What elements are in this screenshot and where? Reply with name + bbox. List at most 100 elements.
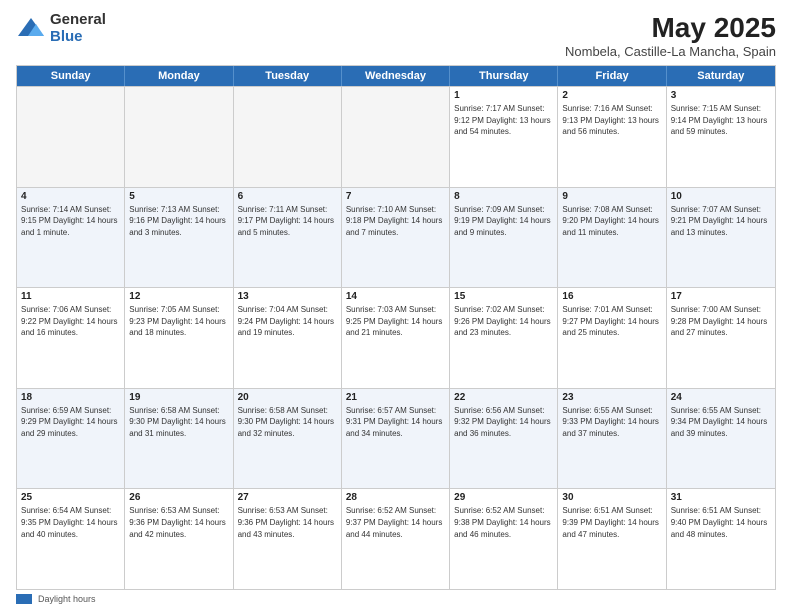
day-info: Sunrise: 6:51 AM Sunset: 9:40 PM Dayligh… — [671, 505, 771, 540]
day-number: 24 — [671, 392, 771, 403]
day-info: Sunrise: 6:58 AM Sunset: 9:30 PM Dayligh… — [238, 405, 337, 440]
day-info: Sunrise: 7:04 AM Sunset: 9:24 PM Dayligh… — [238, 304, 337, 339]
day-number: 22 — [454, 392, 553, 403]
day-number: 19 — [129, 392, 228, 403]
day-info: Sunrise: 6:52 AM Sunset: 9:38 PM Dayligh… — [454, 505, 553, 540]
day-info: Sunrise: 6:53 AM Sunset: 9:36 PM Dayligh… — [238, 505, 337, 540]
day-number: 5 — [129, 191, 228, 202]
day-number: 12 — [129, 291, 228, 302]
day-number: 25 — [21, 492, 120, 503]
day-number: 10 — [671, 191, 771, 202]
cal-week-row: 18 Sunrise: 6:59 AM Sunset: 9:29 PM Dayli… — [17, 388, 775, 489]
cal-cell: 29 Sunrise: 6:52 AM Sunset: 9:38 PM Dayli… — [450, 489, 558, 589]
day-number: 28 — [346, 492, 445, 503]
day-info: Sunrise: 7:00 AM Sunset: 9:28 PM Dayligh… — [671, 304, 771, 339]
title-block: May 2025 Nombela, Castille-La Mancha, Sp… — [565, 12, 776, 59]
cal-cell: 19 Sunrise: 6:58 AM Sunset: 9:30 PM Dayli… — [125, 389, 233, 489]
day-number: 20 — [238, 392, 337, 403]
subtitle: Nombela, Castille-La Mancha, Spain — [565, 44, 776, 59]
cal-cell: 31 Sunrise: 6:51 AM Sunset: 9:40 PM Dayli… — [667, 489, 775, 589]
cal-cell: 13 Sunrise: 7:04 AM Sunset: 9:24 PM Dayli… — [234, 288, 342, 388]
cal-week-row: 4 Sunrise: 7:14 AM Sunset: 9:15 PM Daylig… — [17, 187, 775, 288]
day-info: Sunrise: 7:08 AM Sunset: 9:20 PM Dayligh… — [562, 204, 661, 239]
day-number: 31 — [671, 492, 771, 503]
footer: Daylight hours — [16, 594, 776, 604]
cal-cell: 8Sunrise: 7:09 AM Sunset: 9:19 PM Daylig… — [450, 188, 558, 288]
cal-cell: 2 Sunrise: 7:16 AM Sunset: 9:13 PM Daylig… — [558, 87, 666, 187]
cal-cell — [125, 87, 233, 187]
cal-cell: 25 Sunrise: 6:54 AM Sunset: 9:35 PM Dayli… — [17, 489, 125, 589]
day-info: Sunrise: 7:14 AM Sunset: 9:15 PM Dayligh… — [21, 204, 120, 239]
day-number: 2 — [562, 90, 661, 101]
cal-header-day: Wednesday — [342, 66, 450, 86]
cal-cell — [17, 87, 125, 187]
day-info: Sunrise: 7:07 AM Sunset: 9:21 PM Dayligh… — [671, 204, 771, 239]
day-number: 11 — [21, 291, 120, 302]
day-info: Sunrise: 7:11 AM Sunset: 9:17 PM Dayligh… — [238, 204, 337, 239]
day-info: Sunrise: 7:03 AM Sunset: 9:25 PM Dayligh… — [346, 304, 445, 339]
cal-cell: 14 Sunrise: 7:03 AM Sunset: 9:25 PM Dayli… — [342, 288, 450, 388]
day-info: Sunrise: 6:56 AM Sunset: 9:32 PM Dayligh… — [454, 405, 553, 440]
day-number: 23 — [562, 392, 661, 403]
cal-week-row: 11 Sunrise: 7:06 AM Sunset: 9:22 PM Dayli… — [17, 287, 775, 388]
cal-cell: 3Sunrise: 7:15 AM Sunset: 9:14 PM Daylig… — [667, 87, 775, 187]
cal-cell: 6 Sunrise: 7:11 AM Sunset: 9:17 PM Daylig… — [234, 188, 342, 288]
day-info: Sunrise: 6:52 AM Sunset: 9:37 PM Dayligh… — [346, 505, 445, 540]
cal-cell: 17 Sunrise: 7:00 AM Sunset: 9:28 PM Dayli… — [667, 288, 775, 388]
day-info: Sunrise: 7:10 AM Sunset: 9:18 PM Dayligh… — [346, 204, 445, 239]
page: General Blue May 2025 Nombela, Castille-… — [0, 0, 792, 612]
cal-header-day: Saturday — [667, 66, 775, 86]
footer-label: Daylight hours — [38, 594, 96, 604]
logo-general: General — [50, 12, 106, 29]
cal-cell: 22 Sunrise: 6:56 AM Sunset: 9:32 PM Dayli… — [450, 389, 558, 489]
day-number: 30 — [562, 492, 661, 503]
calendar-body: 1 Sunrise: 7:17 AM Sunset: 9:12 PM Daylig… — [17, 86, 775, 589]
cal-header-day: Sunday — [17, 66, 125, 86]
day-info: Sunrise: 6:57 AM Sunset: 9:31 PM Dayligh… — [346, 405, 445, 440]
cal-cell: 27 Sunrise: 6:53 AM Sunset: 9:36 PM Dayli… — [234, 489, 342, 589]
cal-cell: 1 Sunrise: 7:17 AM Sunset: 9:12 PM Daylig… — [450, 87, 558, 187]
day-number: 6 — [238, 191, 337, 202]
cal-header-day: Tuesday — [234, 66, 342, 86]
cal-cell: 20 Sunrise: 6:58 AM Sunset: 9:30 PM Dayli… — [234, 389, 342, 489]
day-info: Sunrise: 7:16 AM Sunset: 9:13 PM Dayligh… — [562, 103, 661, 138]
day-number: 18 — [21, 392, 120, 403]
day-info: Sunrise: 7:09 AM Sunset: 9:19 PM Dayligh… — [454, 204, 553, 239]
cal-cell — [234, 87, 342, 187]
cal-cell: 26Sunrise: 6:53 AM Sunset: 9:36 PM Dayli… — [125, 489, 233, 589]
cal-header-day: Thursday — [450, 66, 558, 86]
day-info: Sunrise: 6:55 AM Sunset: 9:34 PM Dayligh… — [671, 405, 771, 440]
logo: General Blue — [16, 12, 106, 45]
cal-cell — [342, 87, 450, 187]
day-number: 21 — [346, 392, 445, 403]
logo-blue: Blue — [50, 29, 106, 46]
day-number: 1 — [454, 90, 553, 101]
day-number: 27 — [238, 492, 337, 503]
day-info: Sunrise: 6:54 AM Sunset: 9:35 PM Dayligh… — [21, 505, 120, 540]
day-number: 7 — [346, 191, 445, 202]
cal-cell: 5Sunrise: 7:13 AM Sunset: 9:16 PM Daylig… — [125, 188, 233, 288]
cal-week-row: 1 Sunrise: 7:17 AM Sunset: 9:12 PM Daylig… — [17, 86, 775, 187]
cal-cell: 23 Sunrise: 6:55 AM Sunset: 9:33 PM Dayli… — [558, 389, 666, 489]
day-info: Sunrise: 6:53 AM Sunset: 9:36 PM Dayligh… — [129, 505, 228, 540]
day-info: Sunrise: 6:55 AM Sunset: 9:33 PM Dayligh… — [562, 405, 661, 440]
day-info: Sunrise: 7:01 AM Sunset: 9:27 PM Dayligh… — [562, 304, 661, 339]
day-info: Sunrise: 6:58 AM Sunset: 9:30 PM Dayligh… — [129, 405, 228, 440]
cal-header-day: Monday — [125, 66, 233, 86]
calendar: SundayMondayTuesdayWednesdayThursdayFrid… — [16, 65, 776, 590]
day-number: 14 — [346, 291, 445, 302]
day-number: 13 — [238, 291, 337, 302]
day-number: 4 — [21, 191, 120, 202]
cal-cell: 21 Sunrise: 6:57 AM Sunset: 9:31 PM Dayli… — [342, 389, 450, 489]
day-info: Sunrise: 7:02 AM Sunset: 9:26 PM Dayligh… — [454, 304, 553, 339]
day-info: Sunrise: 7:06 AM Sunset: 9:22 PM Dayligh… — [21, 304, 120, 339]
day-info: Sunrise: 6:59 AM Sunset: 9:29 PM Dayligh… — [21, 405, 120, 440]
day-number: 17 — [671, 291, 771, 302]
cal-cell: 28 Sunrise: 6:52 AM Sunset: 9:37 PM Dayli… — [342, 489, 450, 589]
day-number: 29 — [454, 492, 553, 503]
day-number: 15 — [454, 291, 553, 302]
day-info: Sunrise: 7:17 AM Sunset: 9:12 PM Dayligh… — [454, 103, 553, 138]
cal-cell: 7 Sunrise: 7:10 AM Sunset: 9:18 PM Daylig… — [342, 188, 450, 288]
main-title: May 2025 — [565, 12, 776, 44]
logo-icon — [16, 14, 46, 44]
